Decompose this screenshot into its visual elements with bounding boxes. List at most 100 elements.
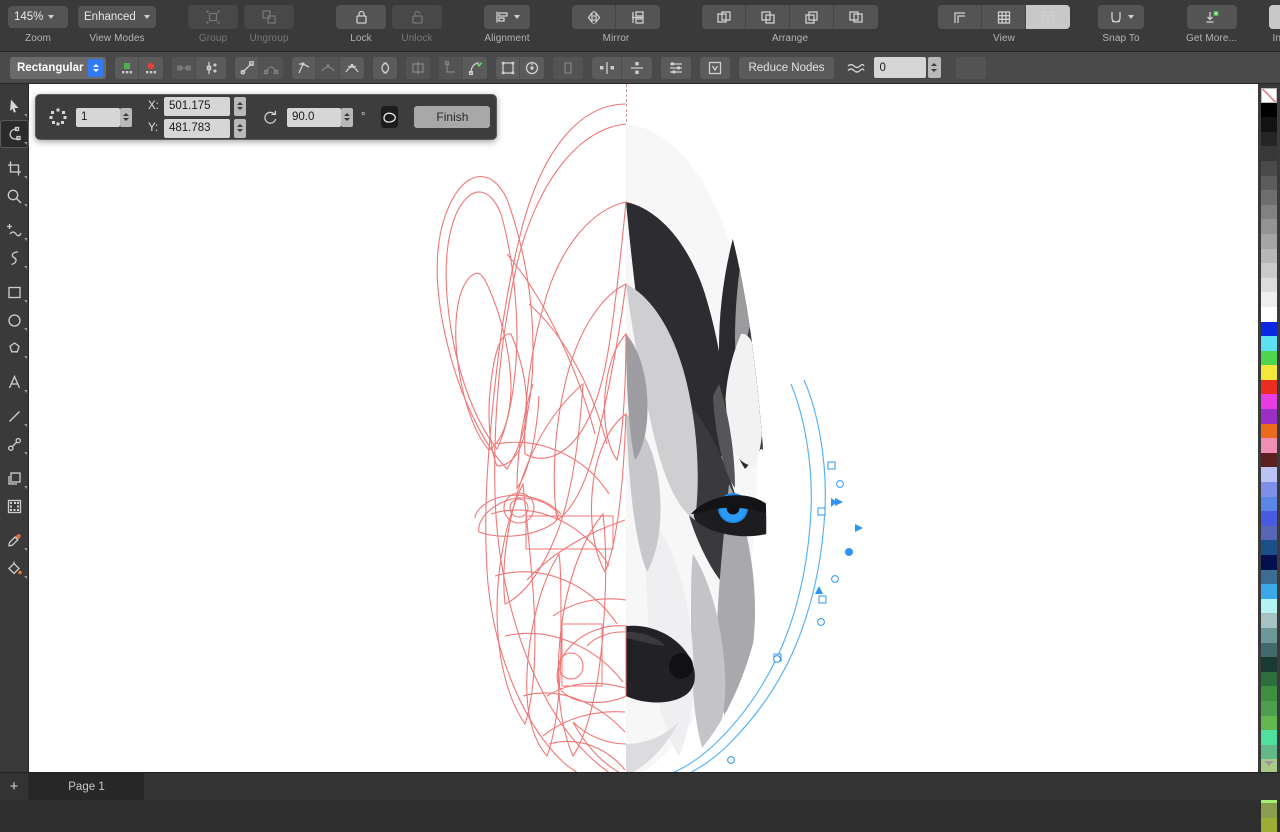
move-to-front-button[interactable] xyxy=(702,5,746,29)
disconnect-nodes-button[interactable] xyxy=(196,57,226,79)
reduce-nodes-button[interactable]: Reduce Nodes xyxy=(739,57,833,79)
smoothing-stepper-arrows[interactable] xyxy=(928,57,941,78)
view-modes-dropdown[interactable]: Enhanced xyxy=(78,6,156,28)
mirror-vertical-button[interactable] xyxy=(616,5,660,29)
angle-field[interactable]: 90.0 xyxy=(287,108,353,127)
close-path-button[interactable] xyxy=(373,57,397,79)
x-value-field[interactable]: 501.175 xyxy=(164,97,230,116)
delete-node-button[interactable] xyxy=(139,57,163,79)
panels-button[interactable] xyxy=(1026,5,1070,29)
color-swatch[interactable] xyxy=(1261,599,1277,614)
inspectors-button[interactable] xyxy=(1269,5,1280,29)
rotate-nodes-button[interactable] xyxy=(520,57,544,79)
snap-to-button[interactable] xyxy=(1098,5,1144,29)
color-swatch[interactable] xyxy=(1261,146,1277,161)
color-swatch[interactable] xyxy=(1261,438,1277,453)
node-count-field[interactable]: 1 xyxy=(76,108,132,127)
color-swatch[interactable] xyxy=(1261,161,1277,176)
connector-tool[interactable] xyxy=(0,430,29,458)
color-swatch[interactable] xyxy=(1261,278,1277,293)
node-handle[interactable] xyxy=(828,462,835,469)
color-swatch[interactable] xyxy=(1261,686,1277,701)
move-backward-button[interactable] xyxy=(790,5,834,29)
cusp-node-button[interactable] xyxy=(292,57,316,79)
grid-button[interactable] xyxy=(982,5,1026,29)
node-count-value[interactable]: 1 xyxy=(76,108,120,127)
node-handle[interactable] xyxy=(818,619,825,626)
unlock-button[interactable] xyxy=(392,5,442,29)
angle-value[interactable]: 90.0 xyxy=(287,108,341,127)
selection-mode-dropdown[interactable]: Rectangular xyxy=(10,57,106,79)
eyedropper-tool[interactable] xyxy=(0,526,29,554)
group-button[interactable] xyxy=(188,5,238,29)
color-swatch[interactable] xyxy=(1261,380,1277,395)
pointer-tool[interactable] xyxy=(0,92,29,120)
shadow-tool[interactable] xyxy=(0,464,29,492)
lock-button[interactable] xyxy=(336,5,386,29)
color-swatch[interactable] xyxy=(1261,467,1277,482)
fill-tool[interactable] xyxy=(0,554,29,582)
color-swatches-panel[interactable] xyxy=(1258,84,1280,772)
color-swatch[interactable] xyxy=(1261,613,1277,628)
color-swatch[interactable] xyxy=(1261,394,1277,409)
color-swatch[interactable] xyxy=(1261,249,1277,264)
color-swatch[interactable] xyxy=(1261,234,1277,249)
freehand-tool[interactable] xyxy=(0,244,29,272)
color-swatch[interactable] xyxy=(1261,409,1277,424)
align-horizontal-button[interactable] xyxy=(592,57,622,79)
color-swatch[interactable] xyxy=(1261,219,1277,234)
swatches-more-button[interactable] xyxy=(1258,756,1280,770)
node-handle[interactable] xyxy=(832,576,839,583)
artwork-husky-head[interactable] xyxy=(29,84,1258,772)
color-swatch[interactable] xyxy=(1261,701,1277,716)
page-tab-page-1[interactable]: Page 1 xyxy=(29,773,144,800)
color-swatch[interactable] xyxy=(1261,540,1277,555)
add-point-tool[interactable] xyxy=(0,216,29,244)
move-forward-button[interactable] xyxy=(746,5,790,29)
finish-button[interactable]: Finish xyxy=(414,106,490,128)
alignment-button[interactable] xyxy=(484,5,530,29)
node-handle[interactable] xyxy=(774,656,781,663)
distribute-button[interactable] xyxy=(661,57,691,79)
color-swatch[interactable] xyxy=(1261,424,1277,439)
get-more-button[interactable] xyxy=(1187,5,1237,29)
color-swatch[interactable] xyxy=(1261,818,1277,832)
convert-to-curves-button[interactable] xyxy=(463,57,487,79)
smoothing-value[interactable]: 0 xyxy=(874,57,926,78)
add-page-button[interactable]: + xyxy=(0,773,29,800)
symmetric-node-button[interactable] xyxy=(340,57,364,79)
connect-nodes-button[interactable] xyxy=(172,57,196,79)
select-all-nodes-button[interactable] xyxy=(496,57,520,79)
polygon-tool[interactable] xyxy=(0,334,29,362)
color-swatch[interactable] xyxy=(1261,657,1277,672)
node-handle[interactable] xyxy=(818,508,825,515)
color-swatch[interactable] xyxy=(1261,453,1277,468)
margins-button[interactable] xyxy=(938,5,982,29)
line-segment-button[interactable] xyxy=(235,57,259,79)
color-swatch[interactable] xyxy=(1261,497,1277,512)
color-swatch-none[interactable] xyxy=(1261,88,1277,103)
node-edit-tool[interactable] xyxy=(0,120,29,148)
color-swatch[interactable] xyxy=(1261,132,1277,147)
color-swatch[interactable] xyxy=(1261,643,1277,658)
y-value-field[interactable]: 481.783 xyxy=(164,119,230,138)
ungroup-button[interactable] xyxy=(244,5,294,29)
rectangle-tool[interactable] xyxy=(0,278,29,306)
break-path-button[interactable] xyxy=(406,57,430,79)
color-swatch[interactable] xyxy=(1261,803,1277,818)
color-swatch[interactable] xyxy=(1261,526,1277,541)
color-swatch[interactable] xyxy=(1261,336,1277,351)
color-swatch[interactable] xyxy=(1261,263,1277,278)
extra-button[interactable] xyxy=(956,57,986,79)
color-swatch[interactable] xyxy=(1261,672,1277,687)
color-swatch[interactable] xyxy=(1261,730,1277,745)
color-swatch[interactable] xyxy=(1261,628,1277,643)
ellipse-tool[interactable] xyxy=(0,306,29,334)
color-swatch[interactable] xyxy=(1261,205,1277,220)
color-swatch[interactable] xyxy=(1261,511,1277,526)
smoothing-stepper[interactable]: 0 xyxy=(874,57,941,78)
align-vertical-button[interactable] xyxy=(622,57,652,79)
color-swatch[interactable] xyxy=(1261,351,1277,366)
join-path-button[interactable] xyxy=(439,57,463,79)
color-swatch[interactable] xyxy=(1261,103,1277,118)
